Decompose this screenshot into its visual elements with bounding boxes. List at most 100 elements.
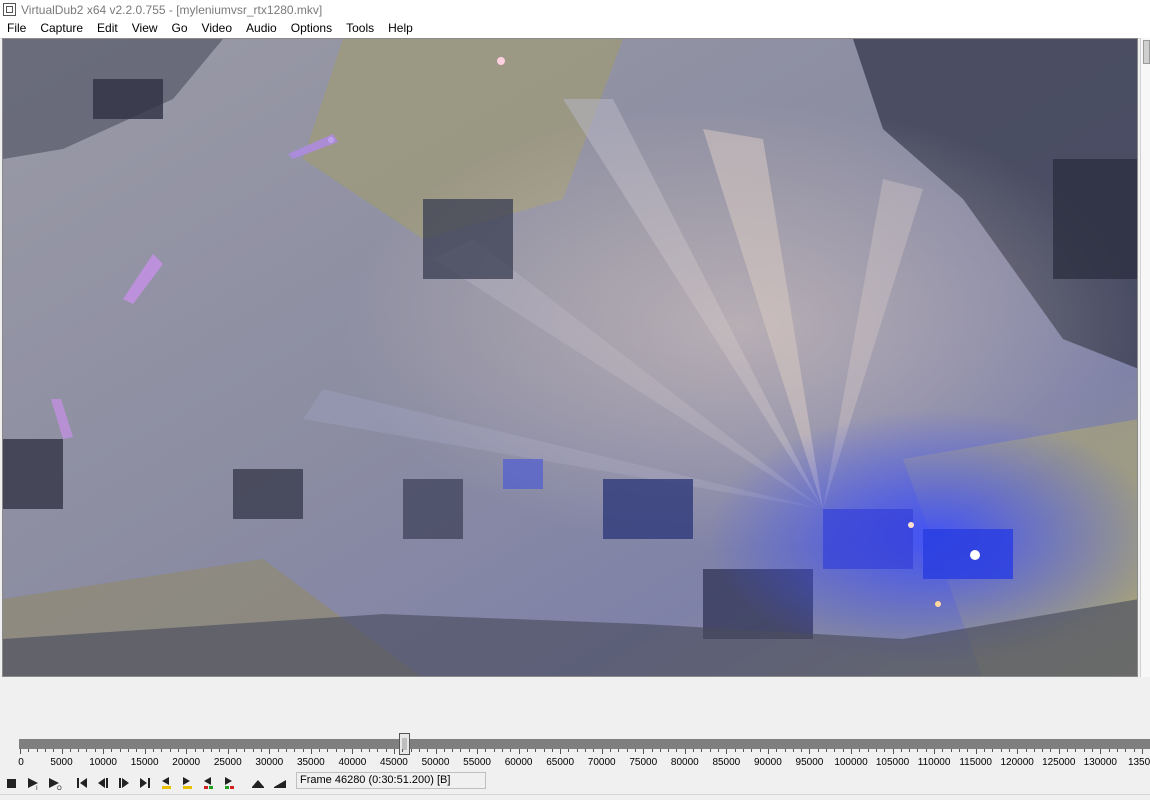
previous-keyframe-button[interactable]	[156, 773, 176, 793]
timeline-minor-tick	[759, 749, 761, 752]
timeline-tick-label: 110000	[917, 757, 951, 768]
menu-tools[interactable]: Tools	[339, 19, 381, 38]
timeline-minor-tick	[510, 749, 512, 752]
timeline-tick	[393, 749, 395, 754]
next-keyframe-icon	[183, 777, 192, 789]
timeline-tick-label: 60000	[504, 757, 533, 768]
timeline-tick	[61, 749, 63, 754]
previous-frame-button[interactable]	[93, 773, 113, 793]
go-to-start-button[interactable]	[72, 773, 92, 793]
timeline-minor-tick	[53, 749, 55, 752]
timeline-tick	[726, 749, 728, 754]
timeline-minor-tick	[443, 749, 445, 752]
timeline-tick	[144, 749, 146, 754]
stop-button[interactable]	[2, 773, 22, 793]
timeline-tick	[227, 749, 229, 754]
next-keyframe-button[interactable]	[177, 773, 197, 793]
menu-edit[interactable]: Edit	[90, 19, 125, 38]
mark-in-button[interactable]	[248, 773, 268, 793]
menu-view[interactable]: View	[125, 19, 165, 38]
timeline-tick-label: 100000	[834, 757, 868, 768]
previous-scene-button[interactable]	[198, 773, 218, 793]
timeline-minor-tick	[1116, 749, 1118, 752]
menu-file[interactable]: File	[0, 19, 33, 38]
timeline-minor-tick	[327, 749, 329, 752]
timeline-tick-label: 75000	[629, 757, 658, 768]
timeline-minor-tick	[36, 749, 38, 752]
timeline-minor-tick	[410, 749, 412, 752]
timeline-tick-label: 50000	[421, 757, 450, 768]
menu-help[interactable]: Help	[381, 19, 420, 38]
next-frame-button[interactable]	[114, 773, 134, 793]
timeline-tick	[518, 749, 520, 754]
go-to-end-button[interactable]	[135, 773, 155, 793]
timeline-minor-tick	[909, 749, 911, 752]
video-frame-pane[interactable]	[2, 38, 1138, 677]
timeline-tick	[310, 749, 312, 754]
go-start-icon	[77, 778, 87, 788]
mark-out-button[interactable]	[270, 773, 290, 793]
timeline-tick	[560, 749, 562, 754]
timeline-tick	[103, 749, 105, 754]
app-icon[interactable]	[3, 3, 16, 16]
timeline-minor-tick	[1075, 749, 1077, 752]
mark-out-icon	[274, 780, 286, 788]
play-output-icon: O	[49, 778, 62, 791]
timeline-tick	[435, 749, 437, 754]
timeline-tick	[269, 749, 271, 754]
timeline-minor-tick	[668, 749, 670, 752]
timeline-minor-tick	[626, 749, 628, 752]
timeline-minor-tick	[277, 749, 279, 752]
transport-toolbar: I O	[0, 772, 1150, 794]
timeline-minor-tick	[718, 749, 720, 752]
timeline-tick-label: 25000	[213, 757, 242, 768]
timeline-minor-tick	[659, 749, 661, 752]
timeline-minor-tick	[1108, 749, 1110, 752]
timeline-minor-tick	[526, 749, 528, 752]
menu-video[interactable]: Video	[195, 19, 239, 38]
timeline-tick	[1100, 749, 1102, 754]
timeline-minor-tick	[1083, 749, 1085, 752]
timeline-minor-tick	[111, 749, 113, 752]
menu-options[interactable]: Options	[284, 19, 339, 38]
timeline-tick	[1017, 749, 1019, 754]
timeline-minor-tick	[427, 749, 429, 752]
timeline-minor-tick	[742, 749, 744, 752]
next-scene-button[interactable]	[219, 773, 239, 793]
mark-in-icon	[252, 780, 264, 788]
menu-audio[interactable]: Audio	[239, 19, 284, 38]
timeline-tick-label: 120000	[1000, 757, 1034, 768]
timeline-minor-tick	[693, 749, 695, 752]
timeline-minor-tick	[1050, 749, 1052, 752]
timeline-minor-tick	[1008, 749, 1010, 752]
timeline-minor-tick	[959, 749, 961, 752]
play-output-button[interactable]: O	[44, 773, 64, 793]
timeline-minor-tick	[335, 749, 337, 752]
timeline-minor-tick	[917, 749, 919, 752]
window-title: VirtualDub2 x64 v2.2.0.755 - [myleniumvs…	[21, 2, 323, 17]
timeline-minor-tick	[344, 749, 346, 752]
timeline-track[interactable]	[19, 739, 1150, 749]
timeline-minor-tick	[152, 749, 154, 752]
timeline-tick	[352, 749, 354, 754]
timeline-minor-tick	[618, 749, 620, 752]
timeline-minor-tick	[942, 749, 944, 752]
play-input-button[interactable]: I	[23, 773, 43, 793]
timeline-minor-tick	[86, 749, 88, 752]
menu-go[interactable]: Go	[165, 19, 195, 38]
timeline-minor-tick	[219, 749, 221, 752]
timeline-minor-tick	[194, 749, 196, 752]
timeline-minor-tick	[493, 749, 495, 752]
menu-capture[interactable]: Capture	[33, 19, 90, 38]
timeline-minor-tick	[884, 749, 886, 752]
timeline-tick-label: 65000	[546, 757, 575, 768]
timeline-tick-label: 105000	[875, 757, 910, 768]
timeline-tick	[809, 749, 811, 754]
timeline-minor-tick	[801, 749, 803, 752]
timeline-minor-tick	[485, 749, 487, 752]
next-scene-icon	[225, 777, 234, 789]
timeline-minor-tick	[385, 749, 387, 752]
scroll-grip[interactable]	[1143, 40, 1150, 64]
timeline-minor-tick	[535, 749, 537, 752]
timeline-minor-tick	[236, 749, 238, 752]
